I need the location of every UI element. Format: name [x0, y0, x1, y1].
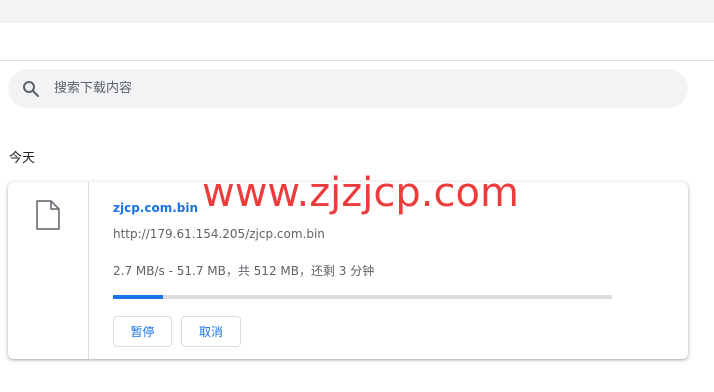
file-icon — [36, 200, 60, 234]
date-section-heading: 今天 — [9, 151, 36, 166]
download-progress-bar — [113, 295, 612, 299]
file-source-url[interactable]: http://179.61.154.205/zjcp.com.bin — [113, 227, 325, 241]
download-progress-fill — [113, 295, 164, 299]
file-name-link[interactable]: zjcp.com.bin — [113, 201, 198, 215]
search-icon[interactable] — [20, 78, 42, 100]
download-status-text: 2.7 MB/s - 51.7 MB，共 512 MB，还剩 3 分钟 — [113, 264, 375, 278]
header-divider — [0, 60, 714, 61]
watermark-text: www.zjzjcp.com — [202, 170, 519, 216]
cancel-button[interactable]: 取消 — [181, 316, 241, 347]
search-input[interactable] — [52, 80, 656, 97]
pause-button[interactable]: 暂停 — [113, 316, 172, 347]
top-toolbar-strip — [0, 0, 714, 23]
search-bar[interactable] — [8, 69, 688, 108]
file-icon-column — [8, 182, 89, 359]
